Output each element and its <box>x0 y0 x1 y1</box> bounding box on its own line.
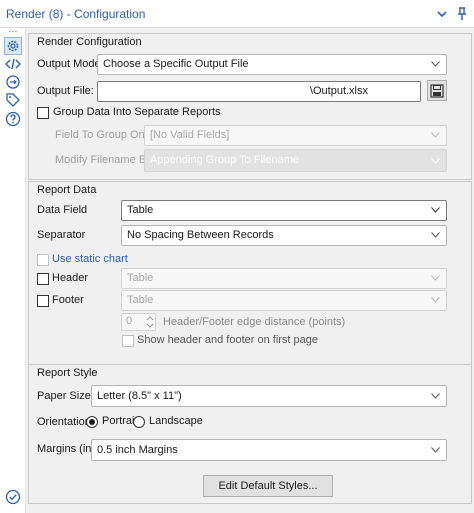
footer-select[interactable]: Table <box>121 290 447 311</box>
chevron-down-icon <box>431 232 440 238</box>
data-field-label: Data Field <box>37 204 88 216</box>
footer-label: Footer <box>52 294 84 306</box>
chevron-down-icon[interactable] <box>434 6 450 22</box>
landscape-label: Landscape <box>149 415 203 427</box>
configuration-panel: Render Configuration Output Mode: Choose… <box>26 28 474 513</box>
field-to-group-label: Field To Group On: <box>55 129 148 141</box>
edge-distance-label: Header/Footer edge distance (points) <box>163 316 346 328</box>
output-mode-select[interactable]: Choose a Specific Output File <box>97 54 447 75</box>
chevron-down-icon <box>431 447 440 453</box>
paper-size-label: Paper Size <box>37 390 91 402</box>
left-rail <box>0 28 26 513</box>
chevron-down-icon <box>431 207 440 213</box>
output-file-label: Output File: <box>37 85 94 97</box>
code-icon[interactable] <box>4 55 22 73</box>
tag-icon[interactable] <box>4 91 22 109</box>
group-data-checkbox[interactable] <box>37 107 49 119</box>
render-configuration-section: Render Configuration Output Mode: Choose… <box>28 33 472 180</box>
chevron-down-icon <box>431 297 440 303</box>
pin-icon[interactable] <box>454 6 470 22</box>
header-checkbox[interactable] <box>37 273 49 285</box>
title-bar: Render (8) - Configuration <box>0 0 474 28</box>
paper-size-select[interactable]: Letter (8.5" x 11") <box>91 385 447 407</box>
window-title: Render (8) - Configuration <box>6 7 146 21</box>
dots-icon <box>9 30 17 33</box>
section-heading: Report Data <box>37 184 97 196</box>
show-first-page-checkbox[interactable] <box>122 335 134 347</box>
data-field-select[interactable]: Table <box>121 200 447 221</box>
save-file-button[interactable] <box>427 80 447 101</box>
header-label: Header <box>52 272 89 284</box>
edge-distance-stepper[interactable]: 0 <box>121 313 156 331</box>
margins-label: Margins (in.) <box>37 443 99 455</box>
output-file-input[interactable]: \Output.xlsx <box>97 81 421 102</box>
group-data-label: Group Data Into Separate Reports <box>53 106 221 118</box>
static-chart-label: Use static chart <box>52 253 128 265</box>
connection-icon[interactable] <box>4 73 22 91</box>
landscape-radio[interactable] <box>133 416 145 428</box>
chevron-down-icon <box>431 61 440 67</box>
show-first-page-label: Show header and footer on first page <box>137 334 319 346</box>
help-icon[interactable] <box>4 110 22 128</box>
chevron-down-icon <box>431 158 440 164</box>
modify-filename-label: Modify Filename By: <box>55 154 155 166</box>
floppy-disk-icon <box>430 84 444 98</box>
separator-select[interactable]: No Spacing Between Records <box>121 225 447 246</box>
chevron-down-icon <box>431 132 440 138</box>
separator-label: Separator <box>37 229 86 241</box>
section-heading: Report Style <box>37 367 98 379</box>
report-style-section: Report Style Paper Size Letter (8.5" x 1… <box>28 364 472 504</box>
gear-icon[interactable] <box>4 37 22 55</box>
check-circle-icon[interactable] <box>4 488 22 506</box>
portrait-radio[interactable] <box>86 416 98 428</box>
spinner-arrows-icon[interactable] <box>146 315 154 329</box>
output-mode-label: Output Mode: <box>37 58 104 70</box>
chevron-down-icon <box>431 275 440 281</box>
footer-checkbox[interactable] <box>37 295 49 307</box>
chevron-down-icon <box>431 393 440 399</box>
field-to-group-select[interactable]: [No Valid Fields] <box>144 125 447 146</box>
report-data-section: Report Data Data Field Table Separator N… <box>28 181 472 384</box>
orientation-label: Orientation <box>37 416 91 428</box>
static-chart-checkbox[interactable] <box>37 254 49 266</box>
edit-default-styles-button[interactable]: Edit Default Styles... <box>203 475 333 497</box>
margins-select[interactable]: 0.5 inch Margins <box>91 439 447 461</box>
header-select[interactable]: Table <box>121 268 447 289</box>
section-heading: Render Configuration <box>37 36 142 48</box>
modify-filename-select[interactable]: Appending Group To Filename <box>144 149 447 172</box>
